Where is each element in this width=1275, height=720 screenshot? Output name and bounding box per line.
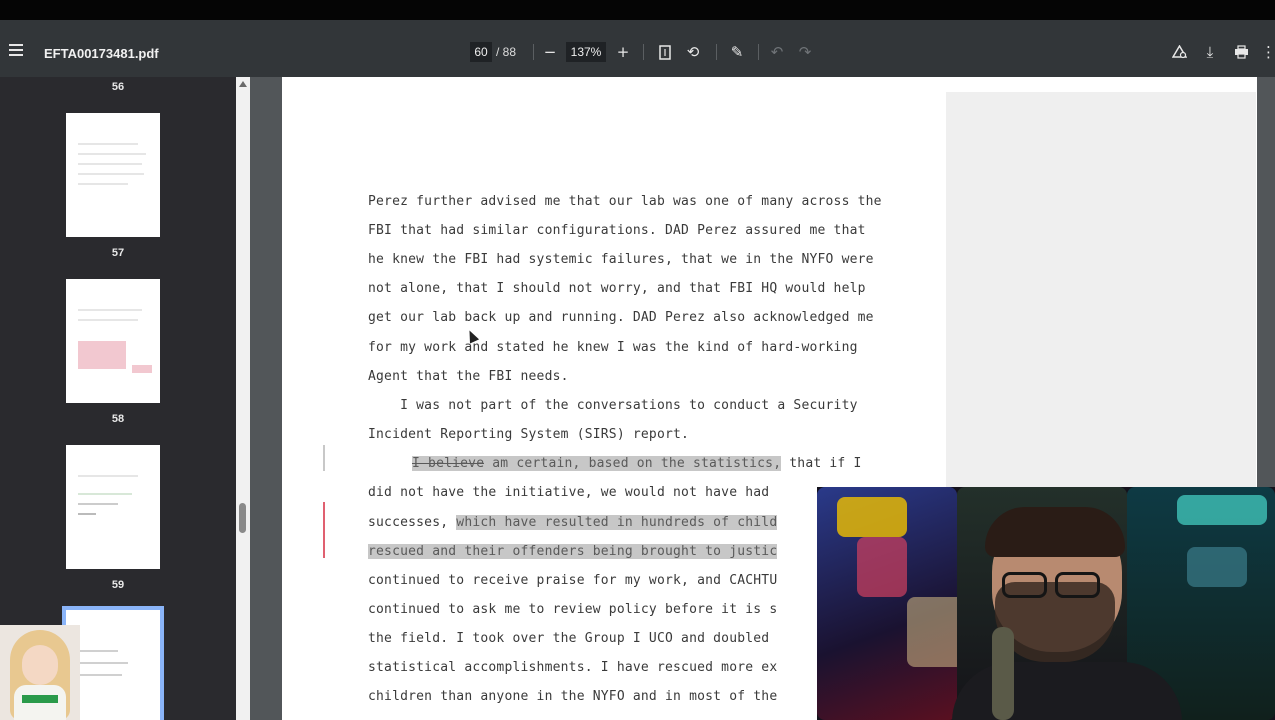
zoom-in-icon[interactable]: + [613, 42, 633, 62]
zoom-input[interactable]: 137% [566, 42, 606, 62]
undo-icon[interactable]: ↶ [767, 42, 787, 62]
document-line-highlighted: successes, which have resulted in hundre… [368, 515, 778, 530]
document-line: continued to receive praise for my work,… [368, 573, 778, 588]
rotate-icon[interactable]: ⟲ [683, 42, 703, 62]
document-line: the field. I took over the Group I UCO a… [368, 631, 770, 646]
toolbar-divider [758, 44, 759, 60]
margin-change-mark [323, 445, 325, 471]
document-line-edited: I believe am certain, based on the stati… [412, 456, 862, 471]
document-line: Incident Reporting System (SIRS) report. [368, 427, 690, 442]
scroll-up-arrow-icon[interactable] [239, 81, 247, 87]
thumbnail-label: 58 [111, 413, 125, 425]
document-line: I was not part of the conversations to c… [368, 398, 858, 413]
file-title: EFTA00173481.pdf [44, 46, 159, 61]
download-icon[interactable]: ⤓ [1200, 42, 1220, 62]
highlighted-text: am certain, based on the statistics, [484, 456, 782, 471]
toolbar-divider [643, 44, 644, 60]
webcam-overlay [817, 487, 1275, 720]
document-line: Agent that the FBI needs. [368, 369, 569, 384]
struck-text: I believe [412, 456, 485, 471]
page-gray-region [946, 92, 1256, 487]
top-black-bar [0, 0, 1275, 20]
document-line: did not have the initiative, we would no… [368, 485, 770, 500]
page-number-input[interactable]: 60 [470, 42, 492, 62]
document-line: continued to ask me to review policy bef… [368, 602, 778, 617]
toolbar-divider [533, 44, 534, 60]
menu-icon[interactable] [8, 44, 24, 56]
document-line: for my work and stated he knew I was the… [368, 340, 858, 355]
redo-icon[interactable]: ↷ [795, 42, 815, 62]
annotate-icon[interactable]: ✎ [727, 42, 747, 62]
document-line: FBI that had similar configurations. DAD… [368, 223, 866, 238]
pdf-toolbar: EFTA00173481.pdf 60 / 88 − 137% + ⟲ ✎ ↶ … [0, 20, 1275, 77]
print-icon[interactable] [1231, 42, 1251, 62]
thumbnail-label: 57 [111, 247, 125, 259]
more-icon[interactable]: ⋮ [1261, 42, 1275, 62]
document-line: children than anyone in the NYFO and in … [368, 689, 778, 704]
zoom-out-icon[interactable]: − [540, 42, 560, 62]
scrollbar-thumb[interactable] [239, 503, 246, 533]
page-thumbnail[interactable] [66, 113, 160, 237]
document-line-highlighted: rescued and their offenders being brough… [368, 544, 778, 559]
line-text: successes, [368, 515, 457, 530]
margin-change-mark [323, 502, 325, 558]
document-line: get our lab back up and running. DAD Per… [368, 310, 874, 325]
page-thumbnail[interactable] [66, 279, 160, 403]
streamer-avatar [0, 625, 80, 720]
line-text: that if I [781, 456, 862, 471]
highlighted-text: which have resulted in hundreds of child [456, 515, 778, 530]
fit-page-icon[interactable] [655, 42, 675, 62]
page-thumbnail[interactable] [66, 445, 160, 569]
document-line: not alone, that I should not worry, and … [368, 281, 866, 296]
sidebar-scrollbar[interactable] [236, 77, 250, 720]
highlighted-text: rescued and their offenders being brough… [368, 544, 778, 559]
document-line: Perez further advised me that our lab wa… [368, 194, 882, 209]
document-line: statistical accomplishments. I have resc… [368, 660, 778, 675]
document-line: he knew the FBI had systemic failures, t… [368, 252, 874, 267]
drive-icon[interactable] [1169, 42, 1189, 62]
page-total: / 88 [496, 45, 517, 59]
thumbnail-label: 56 [111, 81, 125, 93]
toolbar-divider [716, 44, 717, 60]
thumbnail-label: 59 [111, 579, 125, 591]
